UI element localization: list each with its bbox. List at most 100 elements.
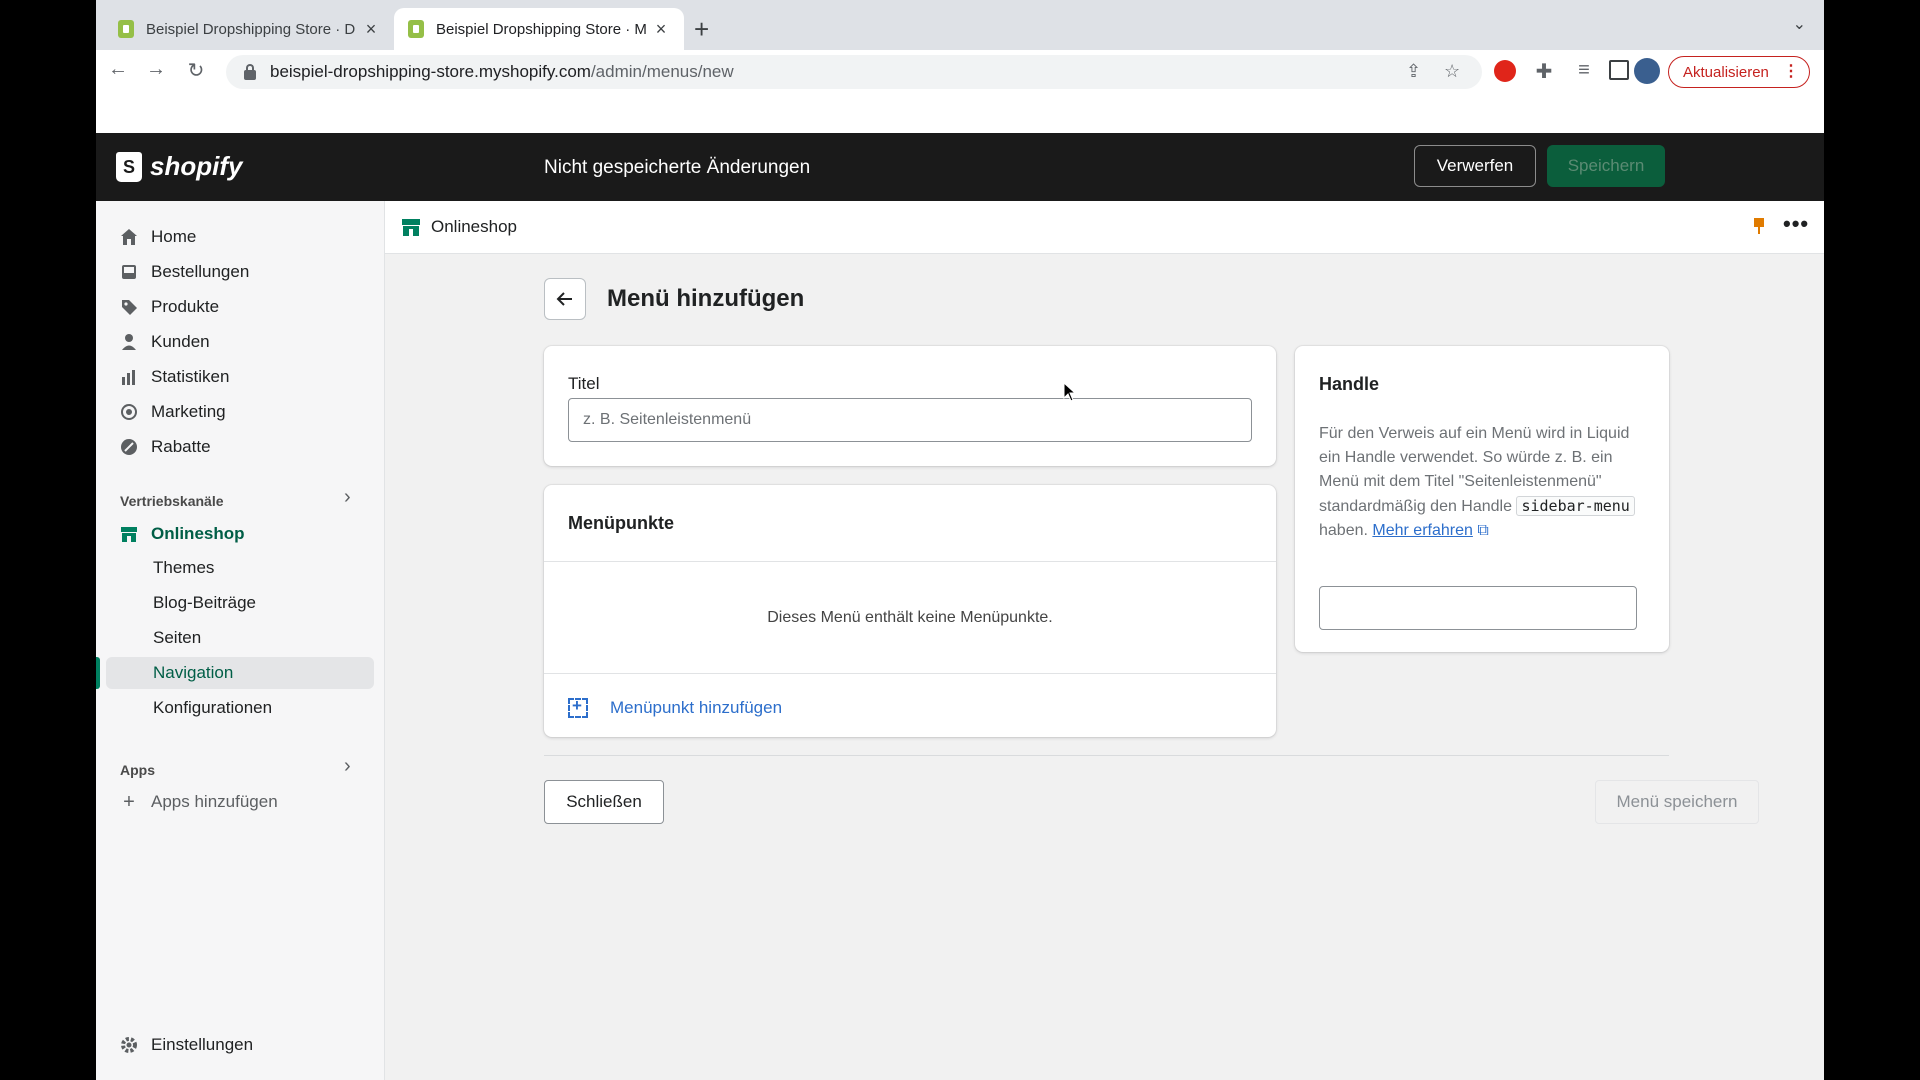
orders-icon (120, 263, 138, 281)
close-button[interactable]: Schließen (544, 780, 664, 824)
more-actions-icon[interactable]: ••• (1783, 211, 1809, 237)
save-menu-button[interactable]: Menü speichern (1595, 780, 1759, 824)
shopify-favicon-icon (118, 20, 134, 38)
divider (544, 755, 1669, 756)
unsaved-changes-text: Nicht gespeicherte Änderungen (544, 157, 811, 178)
sidebar-label: Apps hinzufügen (151, 792, 278, 811)
url-text: beispiel-dropshipping-store.myshopify.co… (270, 62, 734, 81)
tab-close-icon[interactable]: × (362, 19, 380, 40)
sidebar-label: Onlineshop (151, 524, 245, 543)
browser-toolbar: ← → ↻ beispiel-dropshipping-store.myshop… (96, 50, 1824, 94)
add-item-label: Menüpunkt hinzufügen (610, 698, 783, 717)
sidebar-item-products[interactable]: Produkte (106, 291, 374, 323)
learn-more-link[interactable]: Mehr erfahren (1372, 522, 1473, 539)
target-icon (120, 403, 138, 421)
sidebar-item-navigation[interactable]: Navigation (106, 657, 374, 689)
discount-icon (120, 438, 138, 456)
sidebar-item-customers[interactable]: Kunden (106, 326, 374, 358)
extensions-puzzle-icon[interactable]: ✚ (1530, 59, 1558, 84)
home-icon (120, 228, 138, 246)
save-button[interactable]: Speichern (1547, 145, 1665, 187)
shopify-bag-icon (116, 151, 142, 182)
handle-description: Für den Verweis auf ein Menü wird in Liq… (1319, 422, 1639, 543)
sidebar-item-add-apps[interactable]: + Apps hinzufügen (106, 786, 374, 818)
bar-chart-icon (120, 368, 138, 386)
back-button[interactable] (544, 278, 586, 320)
apps-header: Apps (120, 762, 155, 778)
sidebar-label: Kunden (151, 332, 210, 351)
update-button[interactable]: Aktualisieren ⋮ (1668, 56, 1810, 88)
browser-tab[interactable]: Beispiel Dropshipping Store · D × (104, 8, 394, 50)
extension-red-icon[interactable] (1494, 60, 1516, 82)
menu-dots-icon[interactable]: ⋮ (1783, 61, 1799, 81)
tab-search-chevron-icon[interactable]: ⌄ (1793, 14, 1806, 34)
shopify-favicon-icon (408, 20, 424, 38)
address-bar[interactable]: beispiel-dropshipping-store.myshopify.co… (226, 55, 1482, 89)
sidebar-item-discounts[interactable]: Rabatte (106, 431, 374, 463)
sidebar-item-themes[interactable]: Themes (106, 552, 374, 584)
handle-card: Handle Für den Verweis auf ein Menü wird… (1295, 346, 1669, 652)
channel-bar: Onlineshop ••• (385, 201, 1824, 254)
sidebar: Home Bestellungen Produkte Kunden Statis… (96, 201, 385, 1080)
sidebar-item-pages[interactable]: Seiten (106, 622, 374, 654)
gear-icon (120, 1036, 138, 1054)
reading-list-icon[interactable]: ≡ (1570, 59, 1598, 82)
sidebar-item-marketing[interactable]: Marketing (106, 396, 374, 428)
tag-icon (120, 298, 138, 316)
bookmark-star-icon[interactable]: ☆ (1444, 61, 1460, 82)
person-icon (120, 333, 138, 351)
reload-icon[interactable]: ↻ (182, 58, 210, 83)
title-field-label: Titel (568, 374, 600, 393)
pin-icon[interactable] (1752, 217, 1766, 235)
sidebar-item-settings[interactable]: Einstellungen (106, 1029, 374, 1061)
tab-title: Beispiel Dropshipping Store · M (436, 20, 647, 38)
divider (544, 673, 1276, 674)
browser-tab-bar: Beispiel Dropshipping Store · D × Beispi… (96, 0, 1824, 50)
browser-tab-active[interactable]: Beispiel Dropshipping Store · M × (394, 8, 684, 50)
add-item-icon (568, 696, 588, 718)
new-tab-icon[interactable]: + (694, 14, 709, 45)
title-input-placeholder: z. B. Seitenleistenmenü (583, 411, 752, 428)
channel-label: Onlineshop (431, 217, 518, 236)
forward-arrow-icon[interactable]: → (142, 58, 170, 81)
update-label: Aktualisieren (1683, 63, 1769, 81)
main-content: Onlineshop ••• Menü hinzufügen Titel z. … (385, 201, 1824, 1080)
sidebar-item-blog-posts[interactable]: Blog-Beiträge (106, 587, 374, 619)
discard-button[interactable]: Verwerfen (1414, 145, 1536, 187)
back-arrow-icon[interactable]: ← (104, 58, 132, 81)
plus-icon: + (123, 790, 135, 813)
shopify-logo[interactable]: shopify (116, 151, 242, 182)
screen: Beispiel Dropshipping Store · D × Beispi… (96, 0, 1824, 1080)
arrow-left-icon (556, 292, 572, 306)
add-menu-item-button[interactable]: Menüpunkt hinzufügen (568, 696, 783, 718)
sidebar-label: Marketing (151, 402, 226, 421)
sidebar-item-analytics[interactable]: Statistiken (106, 361, 374, 393)
title-card: Titel z. B. Seitenleistenmenü (544, 346, 1276, 466)
empty-menu-message: Dieses Menü enthält keine Menüpunkte. (767, 609, 1053, 626)
profile-avatar[interactable] (1634, 58, 1660, 84)
handle-code: sidebar-menu (1516, 496, 1635, 516)
title-input[interactable]: z. B. Seitenleistenmenü (568, 398, 1252, 442)
mouse-cursor-icon (1063, 382, 1077, 402)
sidebar-item-home[interactable]: Home (106, 221, 374, 253)
share-icon[interactable]: ⇪ (1406, 61, 1421, 82)
page-title: Menü hinzufügen (607, 285, 805, 312)
side-panel-icon[interactable] (1609, 60, 1629, 80)
sidebar-item-preferences[interactable]: Konfigurationen (106, 692, 374, 724)
logo-text: shopify (150, 151, 243, 181)
sidebar-item-orders[interactable]: Bestellungen (106, 256, 374, 288)
sidebar-label: Einstellungen (151, 1035, 254, 1054)
tab-close-icon[interactable]: × (652, 19, 670, 40)
handle-input[interactable] (1319, 586, 1637, 630)
active-indicator (96, 657, 100, 689)
chevron-right-icon[interactable]: › (344, 486, 351, 509)
sidebar-item-online-store[interactable]: Onlineshop (106, 518, 374, 550)
divider (544, 561, 1276, 562)
external-link-icon: ⧉ (1472, 522, 1489, 539)
menu-items-header: Menüpunkte (568, 513, 674, 533)
store-icon (120, 525, 138, 543)
handle-title: Handle (1319, 374, 1380, 394)
chevron-right-icon[interactable]: › (344, 755, 351, 778)
store-icon (402, 219, 420, 236)
sales-channels-header: Vertriebskanäle (120, 493, 224, 509)
